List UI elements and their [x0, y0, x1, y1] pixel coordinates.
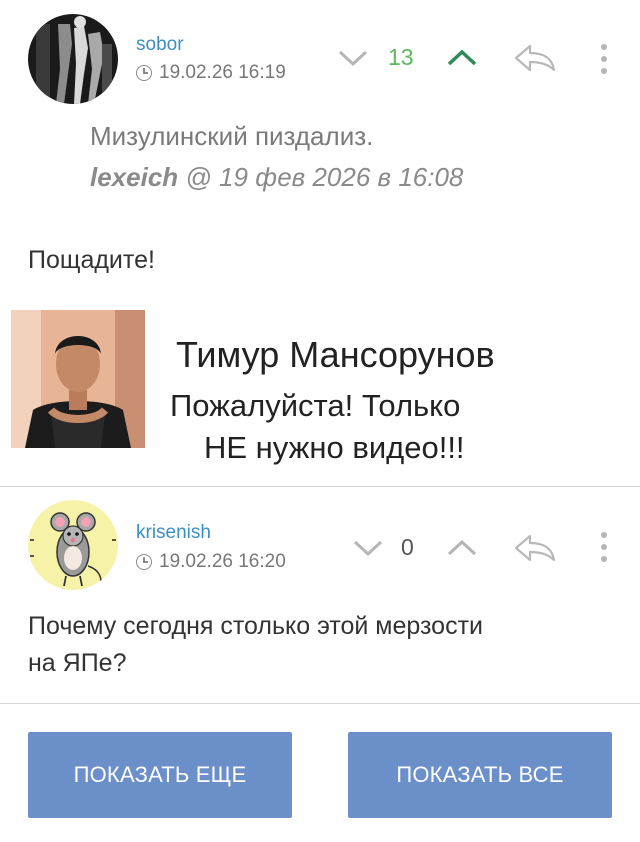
- show-more-button[interactable]: ПОКАЗАТЬ ЕЩЕ: [28, 732, 292, 818]
- meme-line-1: Пожалуйста! Только: [170, 388, 461, 423]
- reply-icon[interactable]: [512, 42, 558, 79]
- score: 0: [401, 534, 414, 560]
- comment-krisenish: krisenish 19.02.26 16:20 0 Почему сегодн…: [0, 490, 640, 702]
- clock-icon: [136, 65, 152, 81]
- comment-body-line: на ЯПе?: [28, 649, 127, 677]
- meme-image[interactable]: Тимур Мансорунов Пожалуйста! Только НЕ н…: [0, 300, 640, 482]
- quote-at: @: [185, 162, 212, 192]
- downvote-icon[interactable]: [337, 48, 369, 73]
- timestamp: 19.02.26 16:20: [136, 551, 286, 573]
- meme-name: Тимур Мансорунов: [176, 334, 495, 375]
- show-all-button[interactable]: ПОКАЗАТЬ ВСЕ: [348, 732, 612, 818]
- quote-meta: lexeich @ 19 фев 2026 в 16:08: [90, 162, 463, 193]
- quote-author[interactable]: lexeich: [90, 162, 178, 192]
- clock-icon: [136, 554, 152, 570]
- avatar[interactable]: [28, 500, 118, 590]
- upvote-icon[interactable]: [446, 48, 478, 73]
- username[interactable]: krisenish: [136, 522, 211, 544]
- downvote-icon[interactable]: [352, 538, 384, 563]
- quoted-text: Мизулинский пиздализ.: [90, 121, 374, 151]
- timestamp-text: 19.02.26 16:20: [159, 551, 286, 572]
- more-options-icon[interactable]: [598, 42, 610, 81]
- meme-line-2: НЕ нужно видео!!!: [204, 430, 465, 465]
- score: 13: [388, 44, 414, 70]
- divider: [0, 486, 640, 487]
- quote-date: 19 фев 2026 в 16:08: [219, 162, 464, 192]
- divider: [0, 703, 640, 704]
- comment-body: Пощадите!: [28, 246, 155, 274]
- more-options-icon[interactable]: [598, 530, 610, 569]
- meme-photo: [11, 310, 145, 448]
- reply-icon[interactable]: [512, 532, 558, 569]
- timestamp: 19.02.26 16:19: [136, 62, 286, 84]
- comment-body-line: Почему сегодня столько этой мерзости: [28, 612, 483, 640]
- timestamp-text: 19.02.26 16:19: [159, 62, 286, 83]
- upvote-icon[interactable]: [446, 538, 478, 563]
- comment-sobor: sobor 19.02.26 16:19 13 Мизулинский пизд…: [0, 0, 640, 300]
- comment-body: Почему сегодня столько этой мерзости на …: [28, 608, 483, 682]
- username[interactable]: sobor: [136, 34, 184, 56]
- avatar[interactable]: [28, 14, 118, 104]
